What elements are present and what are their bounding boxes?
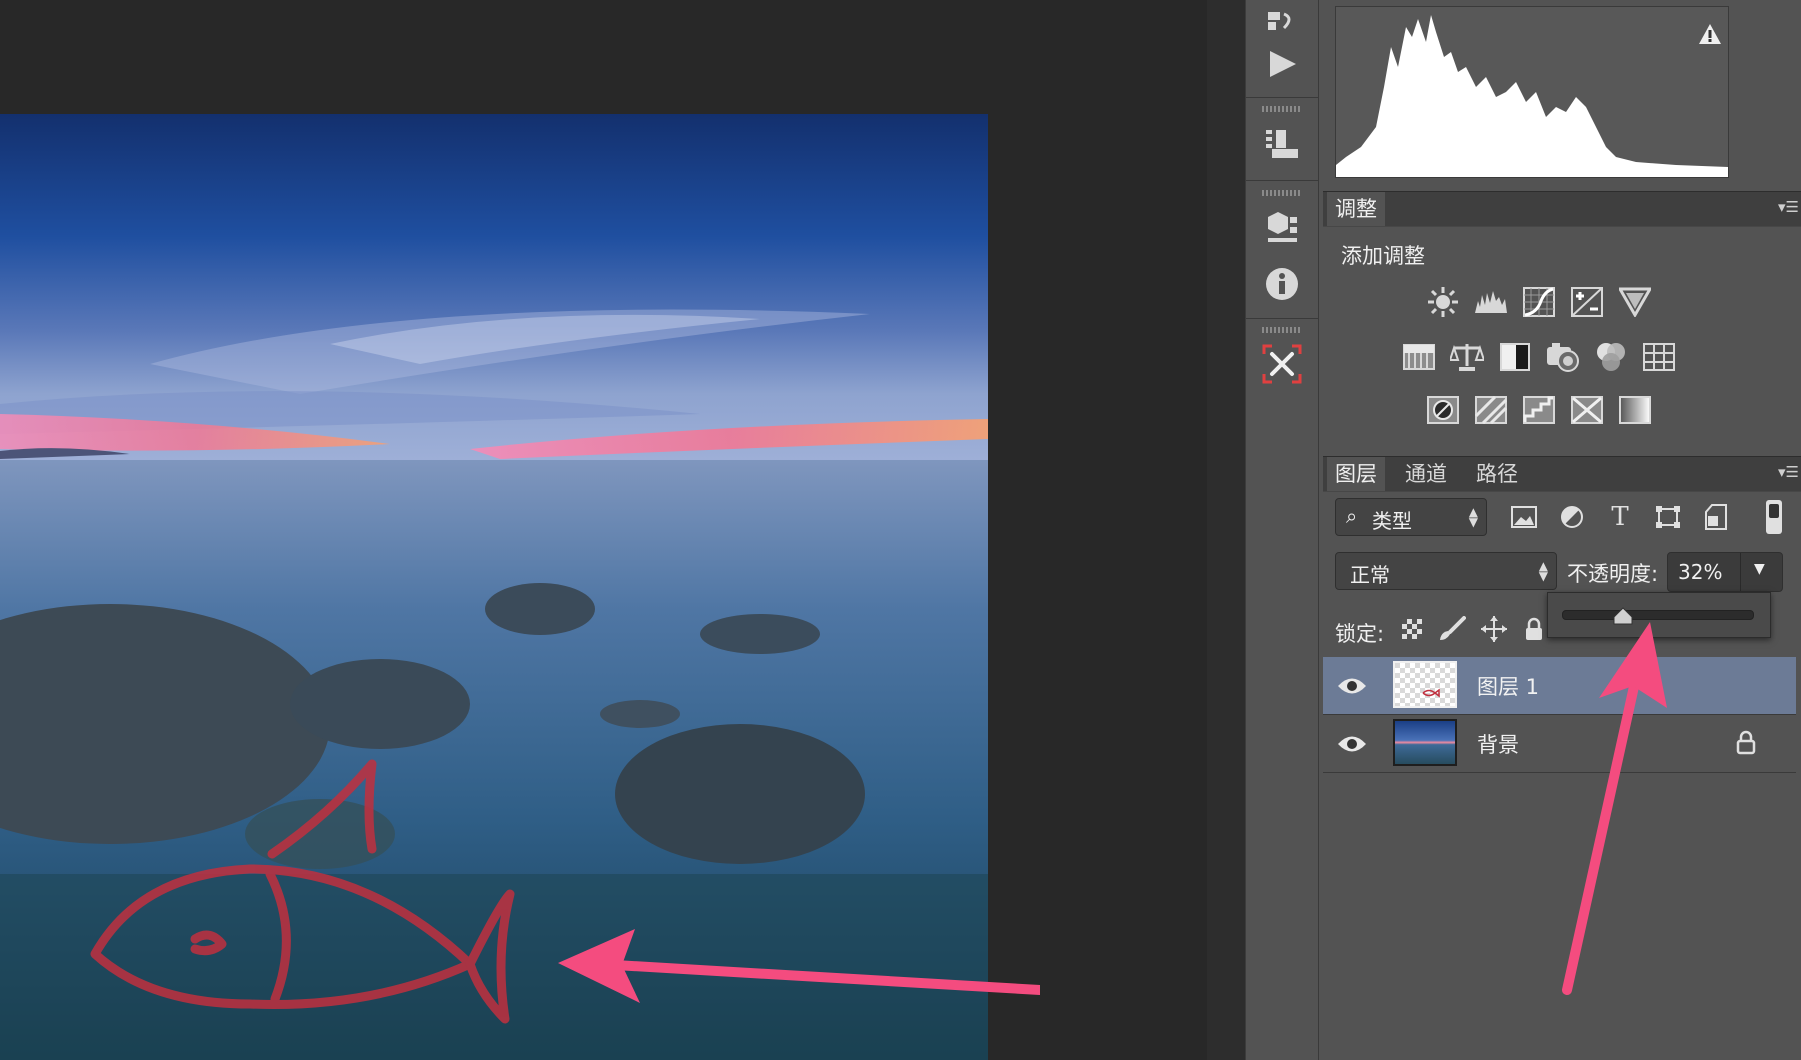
black-white-icon[interactable] xyxy=(1498,340,1532,374)
opacity-input[interactable]: 32% ▼ xyxy=(1667,552,1783,592)
layer-name[interactable]: 背景 xyxy=(1477,729,1519,759)
panel-menu-icon[interactable]: ▾☰ xyxy=(1778,463,1800,483)
channel-mixer-icon[interactable] xyxy=(1594,340,1628,374)
history-brush-icon[interactable] xyxy=(1260,0,1304,44)
color-lookup-icon[interactable] xyxy=(1642,340,1676,374)
tab-layers[interactable]: 图层 xyxy=(1327,457,1385,491)
gradient-map-icon[interactable] xyxy=(1618,393,1652,427)
visibility-eye-icon[interactable] xyxy=(1335,669,1369,703)
opacity-value: 32% xyxy=(1678,560,1723,584)
canvas-gutter xyxy=(1207,0,1245,1060)
stepper-arrows-icon: ▲ ▼ xyxy=(1538,559,1548,583)
opacity-dropdown-icon[interactable]: ▼ xyxy=(1754,561,1765,577)
posterize-icon[interactable] xyxy=(1474,393,1508,427)
invert-icon[interactable] xyxy=(1426,393,1460,427)
selective-color-icon[interactable] xyxy=(1570,393,1604,427)
lock-pixels-brush-icon[interactable] xyxy=(1437,614,1467,644)
adjustments-tabbar: 调整 ▾☰ xyxy=(1323,191,1801,227)
panel-dock xyxy=(1245,0,1319,1060)
levels-icon[interactable] xyxy=(1474,285,1508,319)
layer-lock-icon[interactable] xyxy=(1735,729,1757,759)
brightness-contrast-icon[interactable] xyxy=(1426,285,1460,319)
stepper-arrows-icon: ▲ ▼ xyxy=(1468,505,1478,529)
photo-filter-icon[interactable] xyxy=(1546,340,1580,374)
play-action-icon[interactable] xyxy=(1260,42,1304,86)
warning-icon[interactable] xyxy=(1698,23,1722,45)
histogram xyxy=(1335,6,1729,178)
annotation-arrow-up xyxy=(1562,622,1667,995)
tab-channels[interactable]: 通道 xyxy=(1397,457,1455,491)
clone-source-icon[interactable] xyxy=(1260,122,1304,166)
hue-saturation-icon[interactable] xyxy=(1402,340,1436,374)
filter-toggle[interactable] xyxy=(1766,500,1782,534)
info-icon[interactable] xyxy=(1260,262,1304,306)
threshold-icon[interactable] xyxy=(1522,393,1556,427)
filter-adjustment-icon[interactable] xyxy=(1557,502,1587,532)
add-adjustment-title: 添加调整 xyxy=(1341,244,1425,268)
lock-transparent-icon[interactable] xyxy=(1397,614,1427,644)
layer-name[interactable]: 图层 1 xyxy=(1477,671,1539,701)
panel-menu-icon[interactable]: ▾☰ xyxy=(1778,198,1800,218)
filter-smart-object-icon[interactable] xyxy=(1701,502,1731,532)
blend-mode-select[interactable]: 正常 ▲ ▼ xyxy=(1335,552,1557,590)
lock-label: 锁定: xyxy=(1335,622,1385,646)
lock-all-icon[interactable] xyxy=(1519,614,1549,644)
filter-type-icon[interactable]: T xyxy=(1605,502,1635,532)
layer-filter-select[interactable]: ⌕ 类型 ▲ ▼ xyxy=(1335,498,1487,536)
annotation-arrow-left xyxy=(558,929,1040,1003)
filter-pixel-icon[interactable] xyxy=(1509,502,1539,532)
3d-properties-icon[interactable] xyxy=(1260,205,1304,249)
visibility-eye-icon[interactable] xyxy=(1335,727,1369,761)
vibrance-icon[interactable] xyxy=(1618,285,1652,319)
layer-thumbnail xyxy=(1393,719,1457,766)
blend-mode-value: 正常 xyxy=(1350,563,1390,587)
curves-icon[interactable] xyxy=(1522,285,1556,319)
tab-paths[interactable]: 路径 xyxy=(1468,457,1526,491)
filter-label: 类型 xyxy=(1372,509,1412,533)
close-panel-icon[interactable] xyxy=(1260,342,1304,386)
layer-thumbnail xyxy=(1393,661,1457,708)
color-balance-icon[interactable] xyxy=(1450,340,1484,374)
search-icon: ⌕ xyxy=(1346,504,1358,528)
opacity-label: 不透明度: xyxy=(1567,562,1659,586)
tab-adjustments[interactable]: 调整 xyxy=(1327,192,1385,226)
filter-shape-icon[interactable] xyxy=(1653,502,1683,532)
lock-position-move-icon[interactable] xyxy=(1479,614,1509,644)
layers-tabbar: 图层 通道 路径 ▾☰ xyxy=(1323,456,1801,492)
exposure-icon[interactable] xyxy=(1570,285,1604,319)
